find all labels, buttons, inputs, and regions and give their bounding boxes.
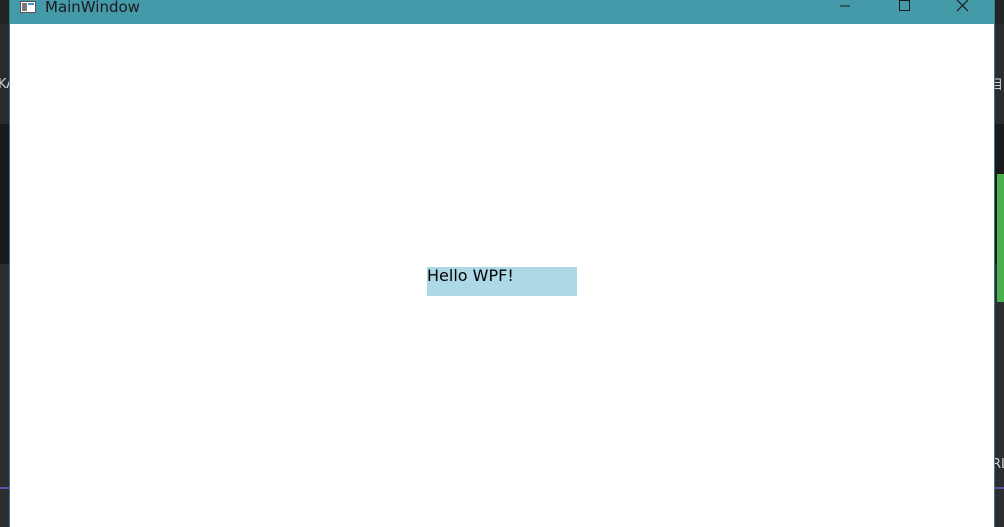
close-icon bbox=[956, 0, 969, 12]
close-button[interactable] bbox=[936, 0, 994, 24]
background-scroll-marker bbox=[997, 174, 1004, 302]
title-bar[interactable]: MainWindow bbox=[10, 0, 994, 24]
maximize-icon bbox=[899, 0, 910, 11]
app-window-icon bbox=[20, 0, 36, 13]
desktop: KA 目 RL MainWindow bbox=[0, 0, 1004, 527]
maximize-button[interactable] bbox=[874, 0, 932, 24]
minimize-icon bbox=[840, 5, 850, 7]
window-title: MainWindow bbox=[45, 0, 140, 16]
main-window: MainWindow Hello WPF! bbox=[10, 0, 994, 527]
window-client-area: Hello WPF! bbox=[10, 24, 994, 527]
hello-text-block: Hello WPF! bbox=[427, 267, 577, 296]
minimize-button[interactable] bbox=[816, 0, 874, 24]
hello-text: Hello WPF! bbox=[427, 266, 514, 285]
